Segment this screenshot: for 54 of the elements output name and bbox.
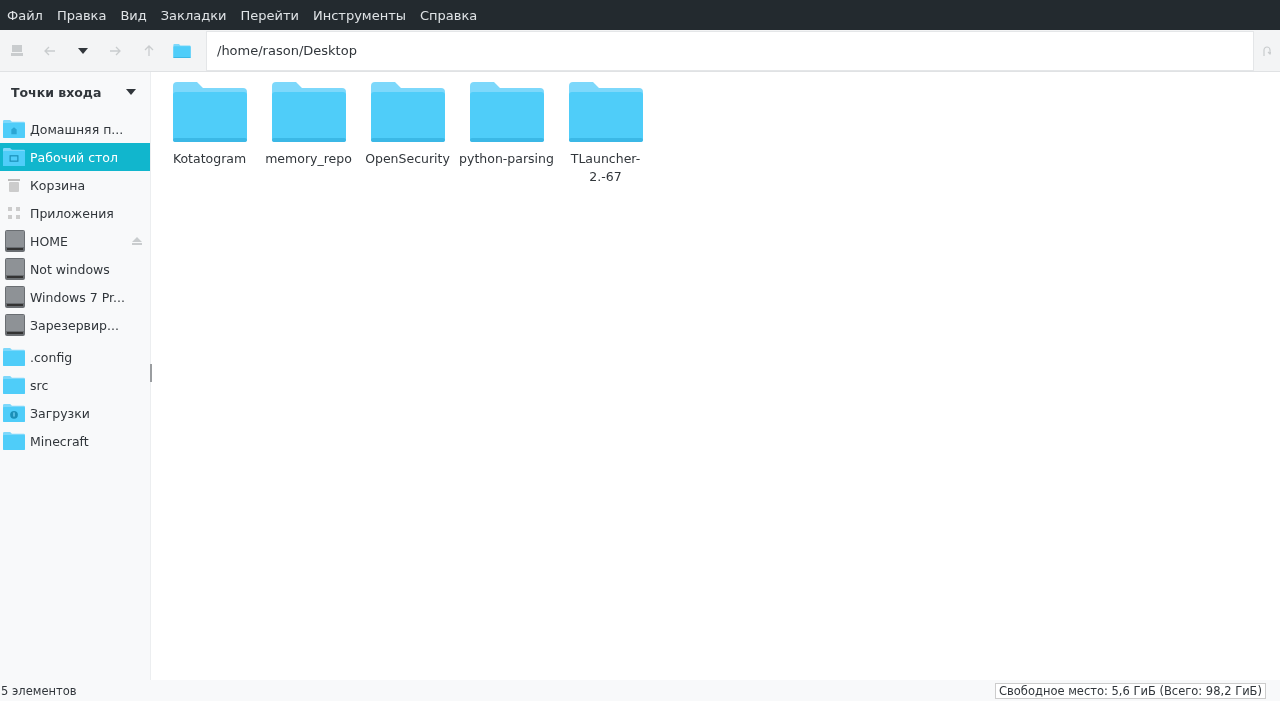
download-folder-icon bbox=[3, 404, 25, 422]
sidebar-item[interactable]: Корзина bbox=[0, 171, 150, 199]
sidebar-item[interactable]: Not windows bbox=[0, 255, 150, 283]
sidebar-title: Точки входа bbox=[11, 84, 102, 100]
sidebar-item[interactable]: src bbox=[0, 371, 150, 399]
item-count: 5 элементов bbox=[1, 683, 77, 698]
sidebar-item[interactable]: .config bbox=[0, 343, 150, 371]
folder-name[interactable]: TLauncher-2.-67 bbox=[557, 150, 654, 186]
folder-icon bbox=[3, 376, 25, 394]
folder-icon bbox=[469, 82, 544, 142]
folder-icon[interactable] bbox=[172, 43, 191, 58]
folder-name[interactable]: python-parsing bbox=[458, 150, 555, 168]
folder-icon bbox=[568, 82, 643, 142]
undo-arrow-icon[interactable] bbox=[1263, 45, 1271, 56]
folder-icon bbox=[271, 82, 346, 142]
forward-arrow-icon[interactable] bbox=[110, 45, 121, 56]
folder-icon bbox=[370, 82, 445, 142]
scrollbar-handle[interactable] bbox=[150, 364, 152, 382]
home-folder-icon bbox=[3, 120, 25, 138]
computer-icon[interactable] bbox=[10, 45, 23, 56]
sidebar-item[interactable]: Загрузки bbox=[0, 399, 150, 427]
folder-name[interactable]: memory_repo bbox=[260, 150, 357, 168]
sidebar-item[interactable]: Windows 7 Pr... bbox=[0, 283, 150, 311]
desktop-folder-icon bbox=[3, 148, 25, 166]
folder-name[interactable]: OpenSecurity bbox=[359, 150, 456, 168]
back-arrow-icon[interactable] bbox=[44, 45, 55, 56]
path-field[interactable]: /home/rason/Desktop bbox=[206, 30, 1254, 71]
menu-item[interactable]: Справка bbox=[413, 7, 485, 23]
drive-icon bbox=[5, 314, 25, 336]
up-arrow-icon[interactable] bbox=[143, 45, 154, 56]
sidebar-item[interactable]: Зарезервир... bbox=[0, 311, 150, 339]
sidebar-item[interactable]: Приложения bbox=[0, 199, 150, 227]
sidebar-item[interactable]: Minecraft bbox=[0, 427, 150, 455]
menu-item[interactable]: Файл bbox=[0, 7, 50, 23]
menu-item[interactable]: Правка bbox=[49, 7, 114, 23]
drive-icon bbox=[5, 230, 25, 252]
menu-item[interactable]: Вид bbox=[113, 7, 154, 23]
drive-icon bbox=[5, 258, 25, 280]
dropdown-caret-icon[interactable] bbox=[126, 89, 136, 95]
dropdown-caret-icon[interactable] bbox=[77, 47, 88, 54]
drive-icon bbox=[5, 286, 25, 308]
folder-icon bbox=[3, 348, 25, 366]
menu-item[interactable]: Инструменты bbox=[306, 7, 413, 23]
folder-name[interactable]: Kotatogram bbox=[161, 150, 258, 168]
trash-icon bbox=[8, 178, 20, 192]
menu-item[interactable]: Закладки bbox=[153, 7, 234, 23]
eject-icon[interactable] bbox=[132, 237, 142, 245]
free-space-label: Свободное место: 5,6 ГиБ (Всего: 98,2 ГиБ) bbox=[994, 682, 1266, 699]
sidebar-item[interactable]: HOME bbox=[0, 227, 150, 255]
apps-grid-icon bbox=[8, 207, 20, 219]
menu-item[interactable]: Перейти bbox=[233, 7, 306, 23]
folder-icon bbox=[172, 82, 247, 142]
folder-icon bbox=[3, 432, 25, 450]
sidebar-item[interactable]: Домашняя п... bbox=[0, 115, 150, 143]
